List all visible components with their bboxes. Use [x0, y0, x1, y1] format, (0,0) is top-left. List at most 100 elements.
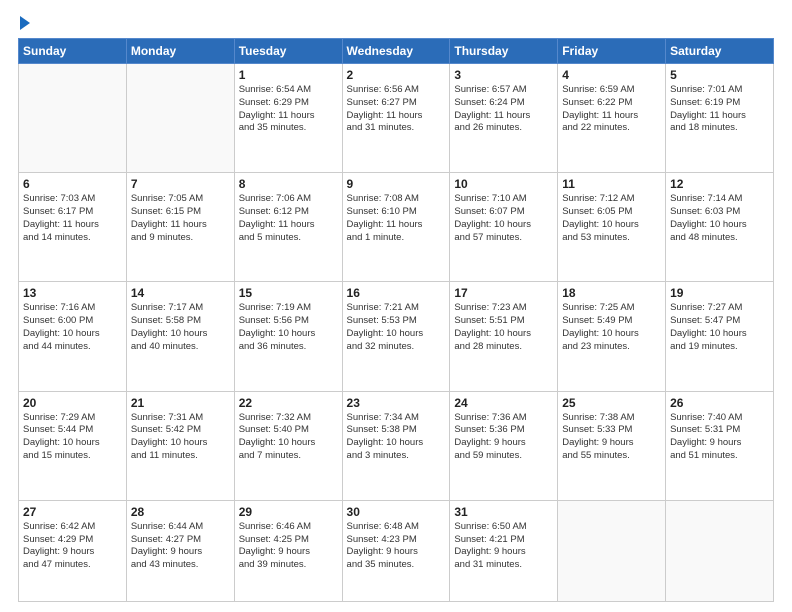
calendar-week-row: 27 Sunrise: 6:42 AM Sunset: 4:29 PM Dayli…	[19, 500, 774, 601]
calendar-header-row: SundayMondayTuesdayWednesdayThursdayFrid…	[19, 39, 774, 64]
calendar-cell: 23Sunrise: 7:34 AM Sunset: 5:38 PM Dayli…	[342, 391, 450, 500]
calendar-header-friday: Friday	[558, 39, 666, 64]
cell-content: Sunrise: 6:56 AM Sunset: 6:27 PM Dayligh…	[347, 84, 446, 135]
cell-content: Sunrise: 6:59 AM Sunset: 6:22 PM Dayligh…	[562, 84, 661, 135]
cell-content: Sunrise: 6:46 AM Sunset: 4:25 PM Dayligh…	[239, 521, 338, 572]
calendar-cell: 25 Sunrise: 7:38 AM Sunset: 5:33 PM Dayli…	[558, 391, 666, 500]
calendar-cell: 2 Sunrise: 6:56 AM Sunset: 6:27 PM Daylig…	[342, 64, 450, 173]
cell-content: Sunrise: 7:31 AM Sunset: 5:42 PM Dayligh…	[131, 412, 230, 463]
cell-content: Sunrise: 7:12 AM Sunset: 6:05 PM Dayligh…	[562, 193, 661, 244]
day-number: 5	[670, 68, 769, 82]
day-number: 28	[131, 505, 230, 519]
day-number: 10	[454, 177, 553, 191]
calendar-header-thursday: Thursday	[450, 39, 558, 64]
day-number: 9	[347, 177, 446, 191]
cell-content: Sunrise: 7:38 AM Sunset: 5:33 PM Dayligh…	[562, 412, 661, 463]
day-number: 21	[131, 396, 230, 410]
cell-content: Sunrise: 6:44 AM Sunset: 4:27 PM Dayligh…	[131, 521, 230, 572]
calendar-cell: 28 Sunrise: 6:44 AM Sunset: 4:27 PM Dayli…	[126, 500, 234, 601]
cell-content: Sunrise: 7:01 AM Sunset: 6:19 PM Dayligh…	[670, 84, 769, 135]
cell-content: Sunrise: 6:54 AM Sunset: 6:29 PM Dayligh…	[239, 84, 338, 135]
calendar-cell	[126, 64, 234, 173]
cell-content: Sunrise: 7:16 AM Sunset: 6:00 PM Dayligh…	[23, 302, 122, 353]
calendar-cell: 8 Sunrise: 7:06 AM Sunset: 6:12 PM Daylig…	[234, 173, 342, 282]
cell-content: Sunrise: 7:03 AM Sunset: 6:17 PM Dayligh…	[23, 193, 122, 244]
header	[18, 18, 774, 30]
day-number: 14	[131, 286, 230, 300]
calendar-header-monday: Monday	[126, 39, 234, 64]
calendar-cell: 18 Sunrise: 7:25 AM Sunset: 5:49 PM Dayli…	[558, 282, 666, 391]
calendar-cell: 29 Sunrise: 6:46 AM Sunset: 4:25 PM Dayli…	[234, 500, 342, 601]
calendar-cell: 1 Sunrise: 6:54 AM Sunset: 6:29 PM Daylig…	[234, 64, 342, 173]
day-number: 13	[23, 286, 122, 300]
cell-content: Sunrise: 7:23 AM Sunset: 5:51 PM Dayligh…	[454, 302, 553, 353]
day-number: 29	[239, 505, 338, 519]
calendar-cell: 27 Sunrise: 6:42 AM Sunset: 4:29 PM Dayli…	[19, 500, 127, 601]
calendar-cell: 7 Sunrise: 7:05 AM Sunset: 6:15 PM Daylig…	[126, 173, 234, 282]
calendar-cell: 15 Sunrise: 7:19 AM Sunset: 5:56 PM Dayli…	[234, 282, 342, 391]
cell-content: Sunrise: 7:05 AM Sunset: 6:15 PM Dayligh…	[131, 193, 230, 244]
cell-content: Sunrise: 7:14 AM Sunset: 6:03 PM Dayligh…	[670, 193, 769, 244]
calendar-cell: 19Sunrise: 7:27 AM Sunset: 5:47 PM Dayli…	[666, 282, 774, 391]
cell-content: Sunrise: 7:10 AM Sunset: 6:07 PM Dayligh…	[454, 193, 553, 244]
cell-content: Sunrise: 7:19 AM Sunset: 5:56 PM Dayligh…	[239, 302, 338, 353]
cell-content: Sunrise: 7:08 AM Sunset: 6:10 PM Dayligh…	[347, 193, 446, 244]
logo-arrow-icon	[20, 16, 30, 30]
cell-content: Sunrise: 7:34 AM Sunset: 5:38 PM Dayligh…	[347, 412, 446, 463]
day-number: 12	[670, 177, 769, 191]
calendar-cell: 17 Sunrise: 7:23 AM Sunset: 5:51 PM Dayli…	[450, 282, 558, 391]
calendar-week-row: 6 Sunrise: 7:03 AM Sunset: 6:17 PM Daylig…	[19, 173, 774, 282]
calendar-table: SundayMondayTuesdayWednesdayThursdayFrid…	[18, 38, 774, 602]
day-number: 20	[23, 396, 122, 410]
day-number: 7	[131, 177, 230, 191]
day-number: 6	[23, 177, 122, 191]
calendar-header-saturday: Saturday	[666, 39, 774, 64]
day-number: 15	[239, 286, 338, 300]
calendar-cell: 26 Sunrise: 7:40 AM Sunset: 5:31 PM Dayli…	[666, 391, 774, 500]
day-number: 26	[670, 396, 769, 410]
calendar-cell: 20 Sunrise: 7:29 AM Sunset: 5:44 PM Dayli…	[19, 391, 127, 500]
calendar-cell: 3 Sunrise: 6:57 AM Sunset: 6:24 PM Daylig…	[450, 64, 558, 173]
cell-content: Sunrise: 6:50 AM Sunset: 4:21 PM Dayligh…	[454, 521, 553, 572]
day-number: 16	[347, 286, 446, 300]
calendar-cell: 31 Sunrise: 6:50 AM Sunset: 4:21 PM Dayli…	[450, 500, 558, 601]
day-number: 1	[239, 68, 338, 82]
day-number: 24	[454, 396, 553, 410]
calendar-cell: 22 Sunrise: 7:32 AM Sunset: 5:40 PM Dayli…	[234, 391, 342, 500]
day-number: 27	[23, 505, 122, 519]
calendar-week-row: 1 Sunrise: 6:54 AM Sunset: 6:29 PM Daylig…	[19, 64, 774, 173]
cell-content: Sunrise: 7:25 AM Sunset: 5:49 PM Dayligh…	[562, 302, 661, 353]
calendar-header-wednesday: Wednesday	[342, 39, 450, 64]
day-number: 22	[239, 396, 338, 410]
day-number: 11	[562, 177, 661, 191]
cell-content: Sunrise: 7:36 AM Sunset: 5:36 PM Dayligh…	[454, 412, 553, 463]
calendar-cell: 6 Sunrise: 7:03 AM Sunset: 6:17 PM Daylig…	[19, 173, 127, 282]
calendar-cell: 9 Sunrise: 7:08 AM Sunset: 6:10 PM Daylig…	[342, 173, 450, 282]
day-number: 30	[347, 505, 446, 519]
day-number: 2	[347, 68, 446, 82]
calendar-cell	[19, 64, 127, 173]
day-number: 18	[562, 286, 661, 300]
calendar-header-tuesday: Tuesday	[234, 39, 342, 64]
day-number: 17	[454, 286, 553, 300]
day-number: 3	[454, 68, 553, 82]
page: SundayMondayTuesdayWednesdayThursdayFrid…	[0, 0, 792, 612]
cell-content: Sunrise: 6:42 AM Sunset: 4:29 PM Dayligh…	[23, 521, 122, 572]
cell-content: Sunrise: 7:06 AM Sunset: 6:12 PM Dayligh…	[239, 193, 338, 244]
day-number: 4	[562, 68, 661, 82]
calendar-cell: 24 Sunrise: 7:36 AM Sunset: 5:36 PM Dayli…	[450, 391, 558, 500]
day-number: 8	[239, 177, 338, 191]
calendar-cell: 14 Sunrise: 7:17 AM Sunset: 5:58 PM Dayli…	[126, 282, 234, 391]
calendar-cell: 5 Sunrise: 7:01 AM Sunset: 6:19 PM Daylig…	[666, 64, 774, 173]
calendar-cell: 21 Sunrise: 7:31 AM Sunset: 5:42 PM Dayli…	[126, 391, 234, 500]
calendar-week-row: 20 Sunrise: 7:29 AM Sunset: 5:44 PM Dayli…	[19, 391, 774, 500]
day-number: 25	[562, 396, 661, 410]
day-number: 31	[454, 505, 553, 519]
cell-content: Sunrise: 7:29 AM Sunset: 5:44 PM Dayligh…	[23, 412, 122, 463]
cell-content: Sunrise: 7:17 AM Sunset: 5:58 PM Dayligh…	[131, 302, 230, 353]
calendar-cell: 30Sunrise: 6:48 AM Sunset: 4:23 PM Dayli…	[342, 500, 450, 601]
cell-content: Sunrise: 6:57 AM Sunset: 6:24 PM Dayligh…	[454, 84, 553, 135]
cell-content: Sunrise: 7:40 AM Sunset: 5:31 PM Dayligh…	[670, 412, 769, 463]
cell-content: Sunrise: 7:32 AM Sunset: 5:40 PM Dayligh…	[239, 412, 338, 463]
cell-content: Sunrise: 7:21 AM Sunset: 5:53 PM Dayligh…	[347, 302, 446, 353]
